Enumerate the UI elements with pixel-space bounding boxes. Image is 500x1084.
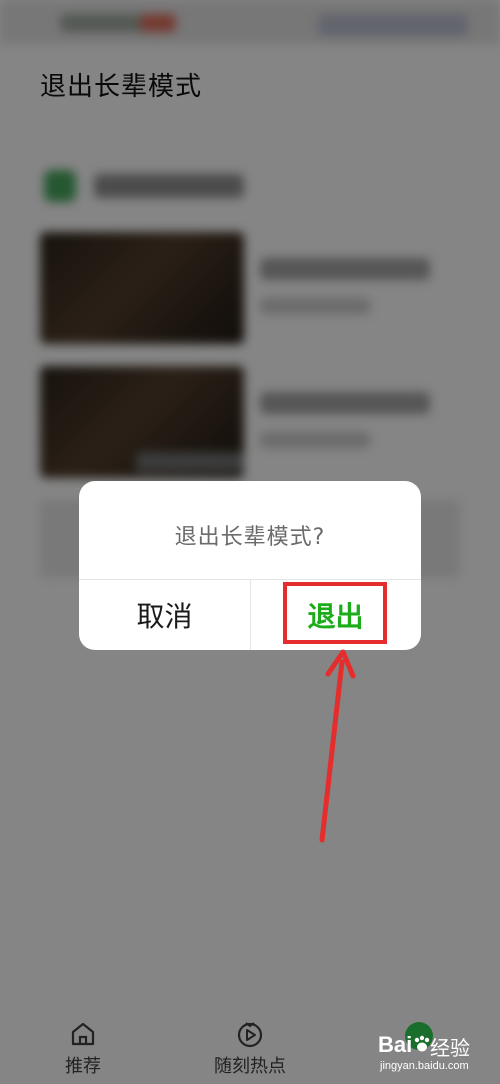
cancel-button[interactable]: 取消 [79, 580, 250, 650]
tab-label: 随刻热点 [214, 1056, 286, 1077]
watermark-brand: Bai [378, 1032, 413, 1057]
exit-elder-mode-dialog: 退出长辈模式? 取消 退出 [79, 481, 421, 650]
home-icon [71, 1022, 95, 1046]
baidu-jingyan-watermark: Bai 经验 jingyan.baidu.com [378, 1028, 498, 1080]
app-screen: 退出长辈模式 推荐 随刻热点 退出长辈模式? 取消 退出 Bai 经验 jing… [0, 0, 500, 1084]
tab-hot[interactable]: 随刻热点 [195, 1008, 305, 1084]
watermark-url: jingyan.baidu.com [380, 1060, 469, 1072]
dialog-message: 退出长辈模式? [174, 525, 326, 550]
tab-label: 推荐 [65, 1056, 101, 1077]
red-arrow-annotation [319, 649, 356, 843]
tab-recommend[interactable]: 推荐 [28, 1008, 138, 1084]
play-icon [237, 1022, 263, 1048]
paw-icon [414, 1035, 430, 1052]
watermark-suffix: 经验 [430, 1036, 470, 1060]
